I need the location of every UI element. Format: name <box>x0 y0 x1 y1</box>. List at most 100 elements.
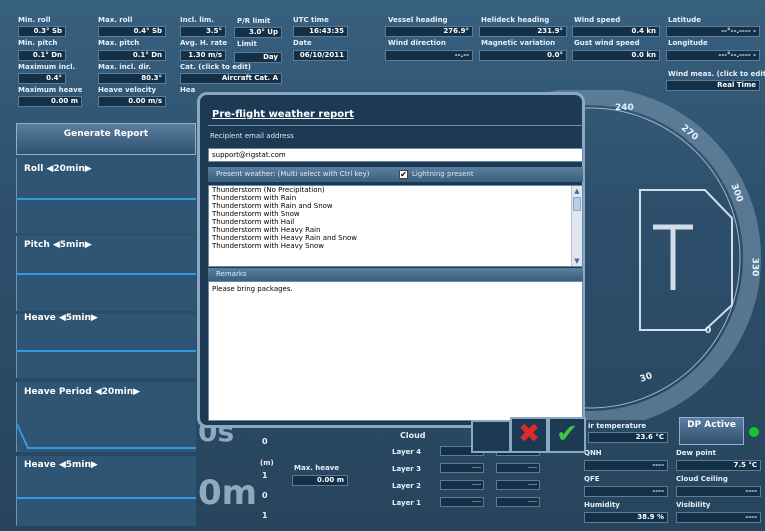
generate-report-button[interactable]: Generate Report <box>16 123 196 155</box>
scroll-down-icon[interactable]: ▼ <box>572 256 582 266</box>
cloud-ceiling-value: ---- <box>676 486 761 497</box>
listbox-scrollbar[interactable]: ▲ ▼ <box>571 186 582 266</box>
lightning-checkbox[interactable]: ✔ <box>399 170 408 179</box>
min-pitch-label: Min. pitch <box>18 39 58 47</box>
present-weather-label: Present weather: (Multi select with Ctrl… <box>216 170 370 178</box>
title-divider <box>208 125 583 126</box>
humidity-value: 38.9 % <box>584 512 668 523</box>
qnh-value: ---- <box>584 460 668 471</box>
remarks-textarea[interactable]: Please bring packages. <box>208 281 583 421</box>
pr-limit-label: P/R limit <box>237 17 271 25</box>
max-incl-label: Maximum incl. <box>18 63 76 71</box>
incl-lim-label: Incl. lim. <box>180 16 214 24</box>
limit-value[interactable]: Day <box>234 52 282 63</box>
cat-value[interactable]: Aircraft Cat. A <box>180 73 282 84</box>
max-incl-value: 0.4° <box>18 73 66 84</box>
compass-tick-330: 330 <box>749 257 760 277</box>
helideck-monitor-screen: Min. roll 0.3° Sb Max. roll 0.4° Sb Incl… <box>0 0 765 531</box>
heave-chart-panel <box>16 314 196 378</box>
scroll-up-icon[interactable]: ▲ <box>572 186 582 196</box>
qnh-label: QNH <box>584 449 602 457</box>
confirm-check-icon[interactable]: ✔ <box>548 417 586 453</box>
layer2-a: ---- <box>440 480 484 490</box>
weather-option[interactable]: Thunderstorm with Heavy Snow <box>209 242 582 250</box>
lightning-label[interactable]: Lightning present <box>412 170 474 178</box>
magnetic-variation-value: 0.0° <box>479 50 567 61</box>
longitude-label: Longitude <box>668 39 708 47</box>
remarks-label: Remarks <box>216 270 247 278</box>
dp-status-led <box>749 427 759 437</box>
layer1-b: ---- <box>496 497 540 507</box>
weather-option[interactable]: Thunderstorm with Heavy Rain and Snow <box>209 234 582 242</box>
dew-point-label: Dew point <box>676 449 717 457</box>
scroll-thumb[interactable] <box>573 197 581 211</box>
avg-h-rate-label: Avg. H. rate <box>180 39 228 47</box>
weather-option[interactable]: Thunderstorm with Rain <box>209 194 582 202</box>
layer2-label: Layer 2 <box>392 482 422 490</box>
max-incl-dir-label: Max. incl. dir. <box>98 63 151 71</box>
limit-label: Limit <box>237 40 257 48</box>
latitude-value: --°--.---- - <box>666 26 760 37</box>
recipient-label: Recipient email address <box>210 132 294 140</box>
heave2-axis-1b: 1 <box>262 511 268 520</box>
pr-limit-value[interactable]: 3.0° Up <box>234 27 282 38</box>
heave2-chart-line <box>16 497 196 499</box>
heave2-unit: (m) <box>260 459 274 467</box>
compass-tick-0: 0 <box>705 326 712 336</box>
heave-period-axis-0: 0 <box>262 437 268 446</box>
gust-wind-speed-label: Gust wind speed <box>574 39 640 47</box>
weather-option[interactable]: Thunderstorm with Snow <box>209 210 582 218</box>
min-roll-value: 0.3° Sb <box>18 26 66 37</box>
longitude-value: ---°--.---- - <box>666 50 760 61</box>
wind-direction-label: Wind direction <box>388 39 446 47</box>
max-heave-value: 0.00 m <box>292 475 348 486</box>
visibility-value: ---- <box>676 512 761 523</box>
heave2-axis-0: 0 <box>262 491 268 500</box>
heave-velocity-label: Heave velocity <box>98 86 157 94</box>
weather-option[interactable]: Thunderstorm with Heavy Rain <box>209 226 582 234</box>
weather-option[interactable]: Thunderstorm with Rain and Snow <box>209 202 582 210</box>
cat-label[interactable]: Cat. (click to edit) <box>180 63 251 71</box>
layer2-b: ---- <box>496 480 540 490</box>
heave-chart-title[interactable]: Heave ◀5min▶ <box>24 313 98 323</box>
present-weather-bar: Present weather: (Multi select with Ctrl… <box>208 167 583 182</box>
layer3-a: ---- <box>440 463 484 473</box>
recipient-email-input[interactable]: support@rigstat.com <box>208 148 583 162</box>
min-pitch-value: 0.1° Dn <box>18 50 66 61</box>
dp-active-button[interactable]: DP Active <box>679 417 744 445</box>
layer1-a: ---- <box>440 497 484 507</box>
wind-meas-label[interactable]: Wind meas. (click to edit) <box>668 70 765 78</box>
vessel-heading-value: 276.9° <box>385 26 473 37</box>
helideck-heading-label: Helideck heading <box>481 16 550 24</box>
max-incl-dir-value: 80.3° <box>98 73 166 84</box>
vessel-heading-label: Vessel heading <box>388 16 448 24</box>
dialog-title: Pre-flight weather report <box>212 109 354 120</box>
air-temperature-value: 23.6 °C <box>588 432 668 443</box>
heave2-chart-title[interactable]: Heave ◀5min▶ <box>24 460 98 470</box>
weather-option[interactable]: Thunderstorm (No Precipitation) <box>209 186 582 194</box>
heave-velocity-value: 0.00 m/s <box>98 96 166 107</box>
avg-h-rate-value: 1.30 m/s <box>180 50 226 61</box>
magnetic-variation-label: Magnetic variation <box>481 39 556 47</box>
qfe-value: ---- <box>584 486 668 497</box>
visibility-label: Visibility <box>676 501 711 509</box>
pitch-chart-title[interactable]: Pitch ◀5min▶ <box>24 240 92 250</box>
heave-period-chart-title[interactable]: Heave Period ◀20min▶ <box>24 387 140 397</box>
present-weather-listbox[interactable]: Thunderstorm (No Precipitation) Thunders… <box>208 185 583 267</box>
cancel-x-icon[interactable]: ✖ <box>510 417 548 453</box>
max-roll-value: 0.4° Sb <box>98 26 166 37</box>
qfe-label: QFE <box>584 475 600 483</box>
layer1-label: Layer 1 <box>392 499 422 507</box>
layer4-label: Layer 4 <box>392 448 422 456</box>
roll-chart-title[interactable]: Roll ◀20min▶ <box>24 164 92 174</box>
incl-lim-value[interactable]: 3.5° <box>180 26 226 37</box>
weather-option[interactable]: Thunderstorm with Hail <box>209 218 582 226</box>
max-heave-label: Max. heave <box>294 464 340 472</box>
wind-speed-label: Wind speed <box>574 16 621 24</box>
air-temperature-label: ir temperature <box>588 422 647 430</box>
heave2-big-value: 0m <box>198 473 258 513</box>
layer3-b: ---- <box>496 463 540 473</box>
min-roll-label: Min. roll <box>18 16 51 24</box>
max-heave-top-value: 0.00 m <box>18 96 82 107</box>
helideck-heading-value: 231.9° <box>479 26 567 37</box>
